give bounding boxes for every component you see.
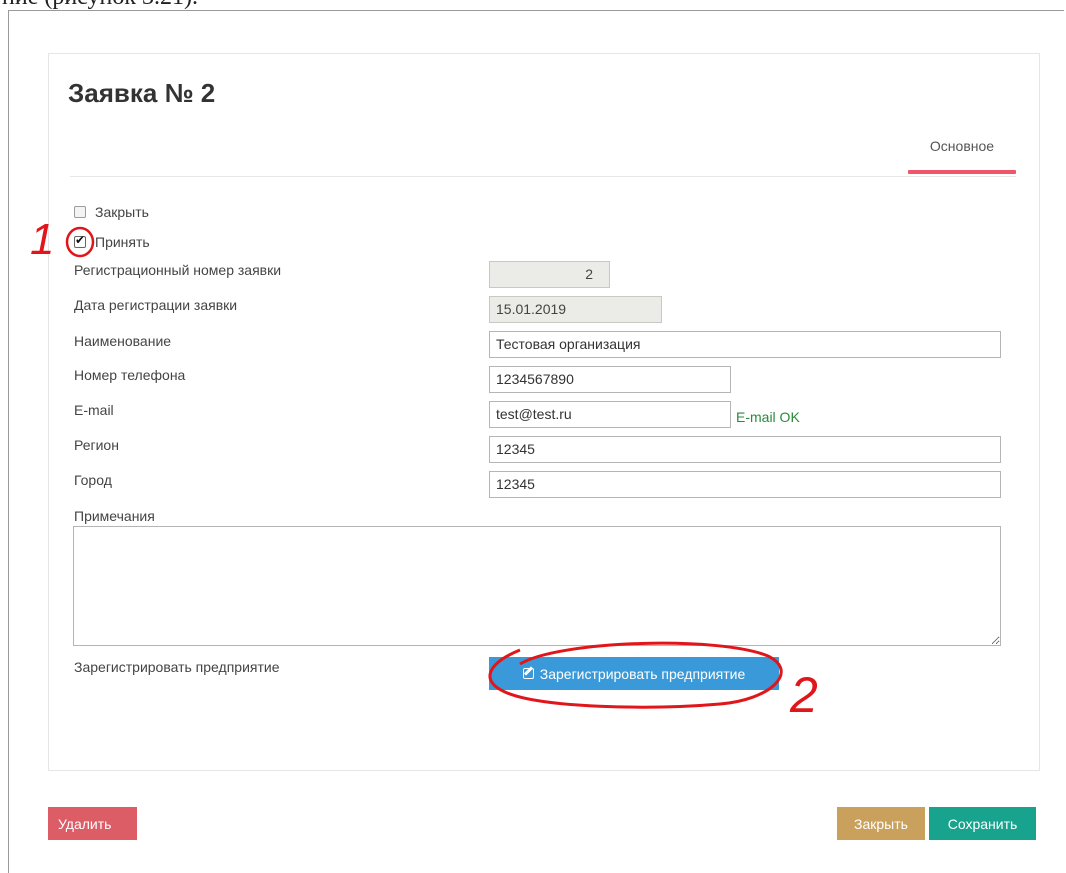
close-checkbox-row[interactable]: Закрыть: [74, 204, 149, 220]
reg-number-field: 2: [489, 261, 610, 288]
reg-date-field: 15.01.2019: [489, 296, 662, 323]
reg-date-label: Дата регистрации заявки: [74, 297, 238, 313]
notes-textarea[interactable]: [73, 526, 1001, 646]
tab-divider: [70, 176, 1016, 177]
notes-label: Примечания: [74, 508, 155, 524]
email-status: E-mail OK: [736, 409, 800, 425]
edit-icon: [522, 668, 534, 679]
accept-checkbox-row[interactable]: ✔ Принять: [74, 233, 150, 250]
save-button[interactable]: Сохранить: [929, 807, 1036, 840]
phone-field[interactable]: 1234567890: [489, 366, 731, 393]
accept-checkbox[interactable]: ✔: [74, 233, 86, 248]
phone-label: Номер телефона: [74, 367, 186, 383]
page-title: Заявка № 2: [68, 78, 216, 108]
email-label: E-mail: [74, 402, 114, 418]
city-field[interactable]: 12345: [489, 471, 1001, 498]
accept-checkbox-label: Принять: [95, 234, 150, 250]
region-field[interactable]: 12345: [489, 436, 1001, 463]
name-field[interactable]: Тестовая организация: [489, 331, 1001, 358]
tab-active-indicator: [908, 170, 1016, 174]
register-enterprise-button-label: Зарегистрировать предприятие: [539, 665, 746, 682]
region-label: Регион: [74, 437, 119, 453]
email-field[interactable]: test@test.ru: [489, 401, 731, 428]
name-label: Наименование: [74, 333, 172, 349]
checkmark-icon: ✔: [75, 233, 86, 247]
register-enterprise-label: Зарегистрировать предприятие: [74, 659, 280, 675]
city-label: Город: [74, 472, 112, 488]
close-checkbox-label: Закрыть: [95, 204, 149, 220]
close-checkbox[interactable]: [74, 206, 86, 218]
close-button[interactable]: Закрыть: [837, 807, 925, 840]
delete-button[interactable]: Удалить: [48, 807, 137, 840]
reg-number-label: Регистрационный номер заявки: [74, 262, 282, 278]
register-enterprise-button[interactable]: Зарегистрировать предприятие: [489, 657, 779, 690]
